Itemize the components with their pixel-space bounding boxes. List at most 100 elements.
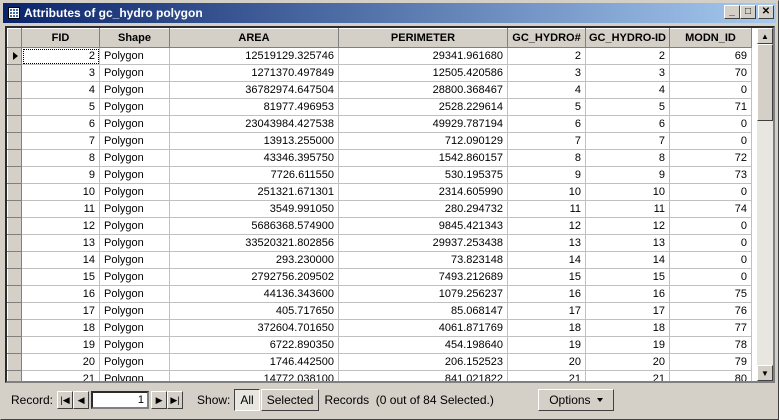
row-selector[interactable] bbox=[7, 370, 22, 381]
table-row[interactable]: 2 Polygon 12519129.325746 29341.961680 2 2 69 bbox=[7, 47, 752, 65]
row-selector-header[interactable] bbox=[7, 28, 22, 48]
cell-area[interactable]: 372604.701650 bbox=[169, 319, 339, 337]
cell-area[interactable]: 2792756.209502 bbox=[169, 268, 339, 286]
table-row[interactable]: 20 Polygon 1746.442500 206.152523 20 20 79 bbox=[7, 353, 752, 371]
cell-fid[interactable]: 10 bbox=[21, 183, 100, 201]
cell-gc-hydro-[interactable]: 14 bbox=[507, 251, 586, 269]
cell-area[interactable]: 36782974.647504 bbox=[169, 81, 339, 99]
cell-shape[interactable]: Polygon bbox=[99, 370, 170, 381]
cell-modn-id[interactable]: 77 bbox=[669, 319, 752, 337]
cell-gc-hydro-id[interactable]: 20 bbox=[585, 353, 670, 371]
cell-perimeter[interactable]: 49929.787194 bbox=[338, 115, 508, 133]
cell-perimeter[interactable]: 1079.256237 bbox=[338, 285, 508, 303]
cell-modn-id[interactable]: 0 bbox=[669, 234, 752, 252]
cell-modn-id[interactable]: 79 bbox=[669, 353, 752, 371]
cell-perimeter[interactable]: 454.198640 bbox=[338, 336, 508, 354]
column-header-modn-id[interactable]: MODN_ID bbox=[669, 28, 752, 48]
row-selector[interactable] bbox=[7, 183, 22, 201]
cell-shape[interactable]: Polygon bbox=[99, 132, 170, 150]
table-row[interactable]: 9 Polygon 7726.611550 530.195375 9 9 73 bbox=[7, 166, 752, 184]
cell-gc-hydro-[interactable]: 7 bbox=[507, 132, 586, 150]
cell-gc-hydro-id[interactable]: 13 bbox=[585, 234, 670, 252]
cell-perimeter[interactable]: 73.823148 bbox=[338, 251, 508, 269]
cell-modn-id[interactable]: 74 bbox=[669, 200, 752, 218]
cell-gc-hydro-id[interactable]: 7 bbox=[585, 132, 670, 150]
cell-perimeter[interactable]: 712.090129 bbox=[338, 132, 508, 150]
table-row[interactable]: 19 Polygon 6722.890350 454.198640 19 19 78 bbox=[7, 336, 752, 354]
table-row[interactable]: 5 Polygon 81977.496953 2528.229614 5 5 71 bbox=[7, 98, 752, 116]
column-header-perimeter[interactable]: PERIMETER bbox=[338, 28, 508, 48]
attribute-grid[interactable]: FID Shape AREA PERIMETER GC_HYDRO# GC_HYDRO-I… bbox=[5, 26, 775, 383]
cell-shape[interactable]: Polygon bbox=[99, 302, 170, 320]
cell-gc-hydro-[interactable]: 18 bbox=[507, 319, 586, 337]
table-row[interactable]: 7 Polygon 13913.255000 712.090129 7 7 0 bbox=[7, 132, 752, 150]
cell-fid[interactable]: 14 bbox=[21, 251, 100, 269]
cell-perimeter[interactable]: 85.068147 bbox=[338, 302, 508, 320]
cell-fid[interactable]: 3 bbox=[21, 64, 100, 82]
cell-perimeter[interactable]: 28800.368467 bbox=[338, 81, 508, 99]
cell-modn-id[interactable]: 72 bbox=[669, 149, 752, 167]
cell-gc-hydro-[interactable]: 11 bbox=[507, 200, 586, 218]
cell-shape[interactable]: Polygon bbox=[99, 64, 170, 82]
cell-perimeter[interactable]: 841.021822 bbox=[338, 370, 508, 381]
row-selector[interactable] bbox=[7, 149, 22, 167]
cell-modn-id[interactable]: 75 bbox=[669, 285, 752, 303]
cell-perimeter[interactable]: 2314.605990 bbox=[338, 183, 508, 201]
cell-modn-id[interactable]: 0 bbox=[669, 217, 752, 235]
cell-gc-hydro-[interactable]: 12 bbox=[507, 217, 586, 235]
table-row[interactable]: 8 Polygon 43346.395750 1542.860157 8 8 72 bbox=[7, 149, 752, 167]
cell-shape[interactable]: Polygon bbox=[99, 353, 170, 371]
cell-gc-hydro-[interactable]: 5 bbox=[507, 98, 586, 116]
cell-gc-hydro-[interactable]: 10 bbox=[507, 183, 586, 201]
row-selector[interactable] bbox=[7, 234, 22, 252]
cell-shape[interactable]: Polygon bbox=[99, 234, 170, 252]
cell-perimeter[interactable]: 9845.421343 bbox=[338, 217, 508, 235]
cell-area[interactable]: 6722.890350 bbox=[169, 336, 339, 354]
cell-area[interactable]: 44136.343600 bbox=[169, 285, 339, 303]
cell-gc-hydro-id[interactable]: 11 bbox=[585, 200, 670, 218]
cell-shape[interactable]: Polygon bbox=[99, 149, 170, 167]
cell-modn-id[interactable]: 0 bbox=[669, 251, 752, 269]
table-row[interactable]: 14 Polygon 293.230000 73.823148 14 14 0 bbox=[7, 251, 752, 269]
cell-perimeter[interactable]: 4061.871769 bbox=[338, 319, 508, 337]
row-selector[interactable] bbox=[7, 336, 22, 354]
cell-fid[interactable]: 20 bbox=[21, 353, 100, 371]
cell-perimeter[interactable]: 1542.860157 bbox=[338, 149, 508, 167]
cell-gc-hydro-[interactable]: 13 bbox=[507, 234, 586, 252]
row-selector[interactable] bbox=[7, 268, 22, 286]
column-header-area[interactable]: AREA bbox=[169, 28, 339, 48]
show-selected-button[interactable]: Selected bbox=[260, 389, 320, 411]
cell-shape[interactable]: Polygon bbox=[99, 81, 170, 99]
cell-gc-hydro-id[interactable]: 21 bbox=[585, 370, 670, 381]
cell-fid[interactable]: 5 bbox=[21, 98, 100, 116]
cell-fid[interactable]: 21 bbox=[21, 370, 100, 381]
cell-gc-hydro-id[interactable]: 4 bbox=[585, 81, 670, 99]
cell-fid[interactable]: 15 bbox=[21, 268, 100, 286]
cell-gc-hydro-[interactable]: 8 bbox=[507, 149, 586, 167]
cell-fid[interactable]: 8 bbox=[21, 149, 100, 167]
row-selector[interactable] bbox=[7, 319, 22, 337]
cell-gc-hydro-[interactable]: 21 bbox=[507, 370, 586, 381]
cell-gc-hydro-id[interactable]: 16 bbox=[585, 285, 670, 303]
minimize-icon[interactable]: _ bbox=[724, 5, 740, 19]
cell-gc-hydro-id[interactable]: 17 bbox=[585, 302, 670, 320]
record-number-input[interactable] bbox=[91, 391, 150, 409]
cell-area[interactable]: 405.717650 bbox=[169, 302, 339, 320]
cell-perimeter[interactable]: 530.195375 bbox=[338, 166, 508, 184]
last-record-icon[interactable]: ▶| bbox=[167, 391, 184, 409]
cell-shape[interactable]: Polygon bbox=[99, 251, 170, 269]
cell-gc-hydro-[interactable]: 2 bbox=[507, 47, 586, 65]
table-row[interactable]: 11 Polygon 3549.991050 280.294732 11 11 74 bbox=[7, 200, 752, 218]
options-button[interactable]: Options bbox=[537, 389, 614, 411]
table-row[interactable]: 13 Polygon 33520321.802856 29937.253438 13 13… bbox=[7, 234, 752, 252]
cell-gc-hydro-[interactable]: 4 bbox=[507, 81, 586, 99]
cell-gc-hydro-id[interactable]: 12 bbox=[585, 217, 670, 235]
row-selector[interactable] bbox=[7, 200, 22, 218]
cell-perimeter[interactable]: 29341.961680 bbox=[338, 47, 508, 65]
cell-gc-hydro-[interactable]: 3 bbox=[507, 64, 586, 82]
cell-perimeter[interactable]: 2528.229614 bbox=[338, 98, 508, 116]
cell-gc-hydro-[interactable]: 16 bbox=[507, 285, 586, 303]
cell-shape[interactable]: Polygon bbox=[99, 115, 170, 133]
cell-gc-hydro-id[interactable]: 6 bbox=[585, 115, 670, 133]
row-selector[interactable] bbox=[7, 217, 22, 235]
